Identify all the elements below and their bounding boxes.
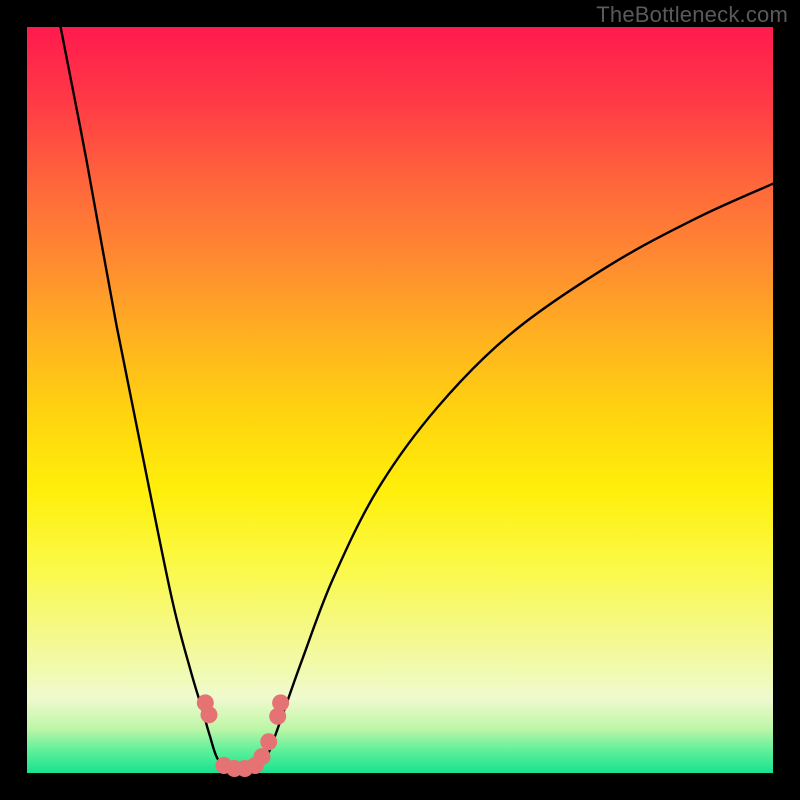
- left-curve: [61, 27, 229, 771]
- plot-area: [27, 27, 773, 773]
- marker-dot: [260, 733, 277, 750]
- watermark-text: TheBottleneck.com: [596, 2, 788, 28]
- right-curve: [258, 184, 773, 771]
- curves-layer: [27, 27, 773, 773]
- marker-dot: [272, 694, 289, 711]
- chart-frame: TheBottleneck.com: [0, 0, 800, 800]
- marker-dot: [201, 706, 218, 723]
- marker-dot: [254, 748, 271, 765]
